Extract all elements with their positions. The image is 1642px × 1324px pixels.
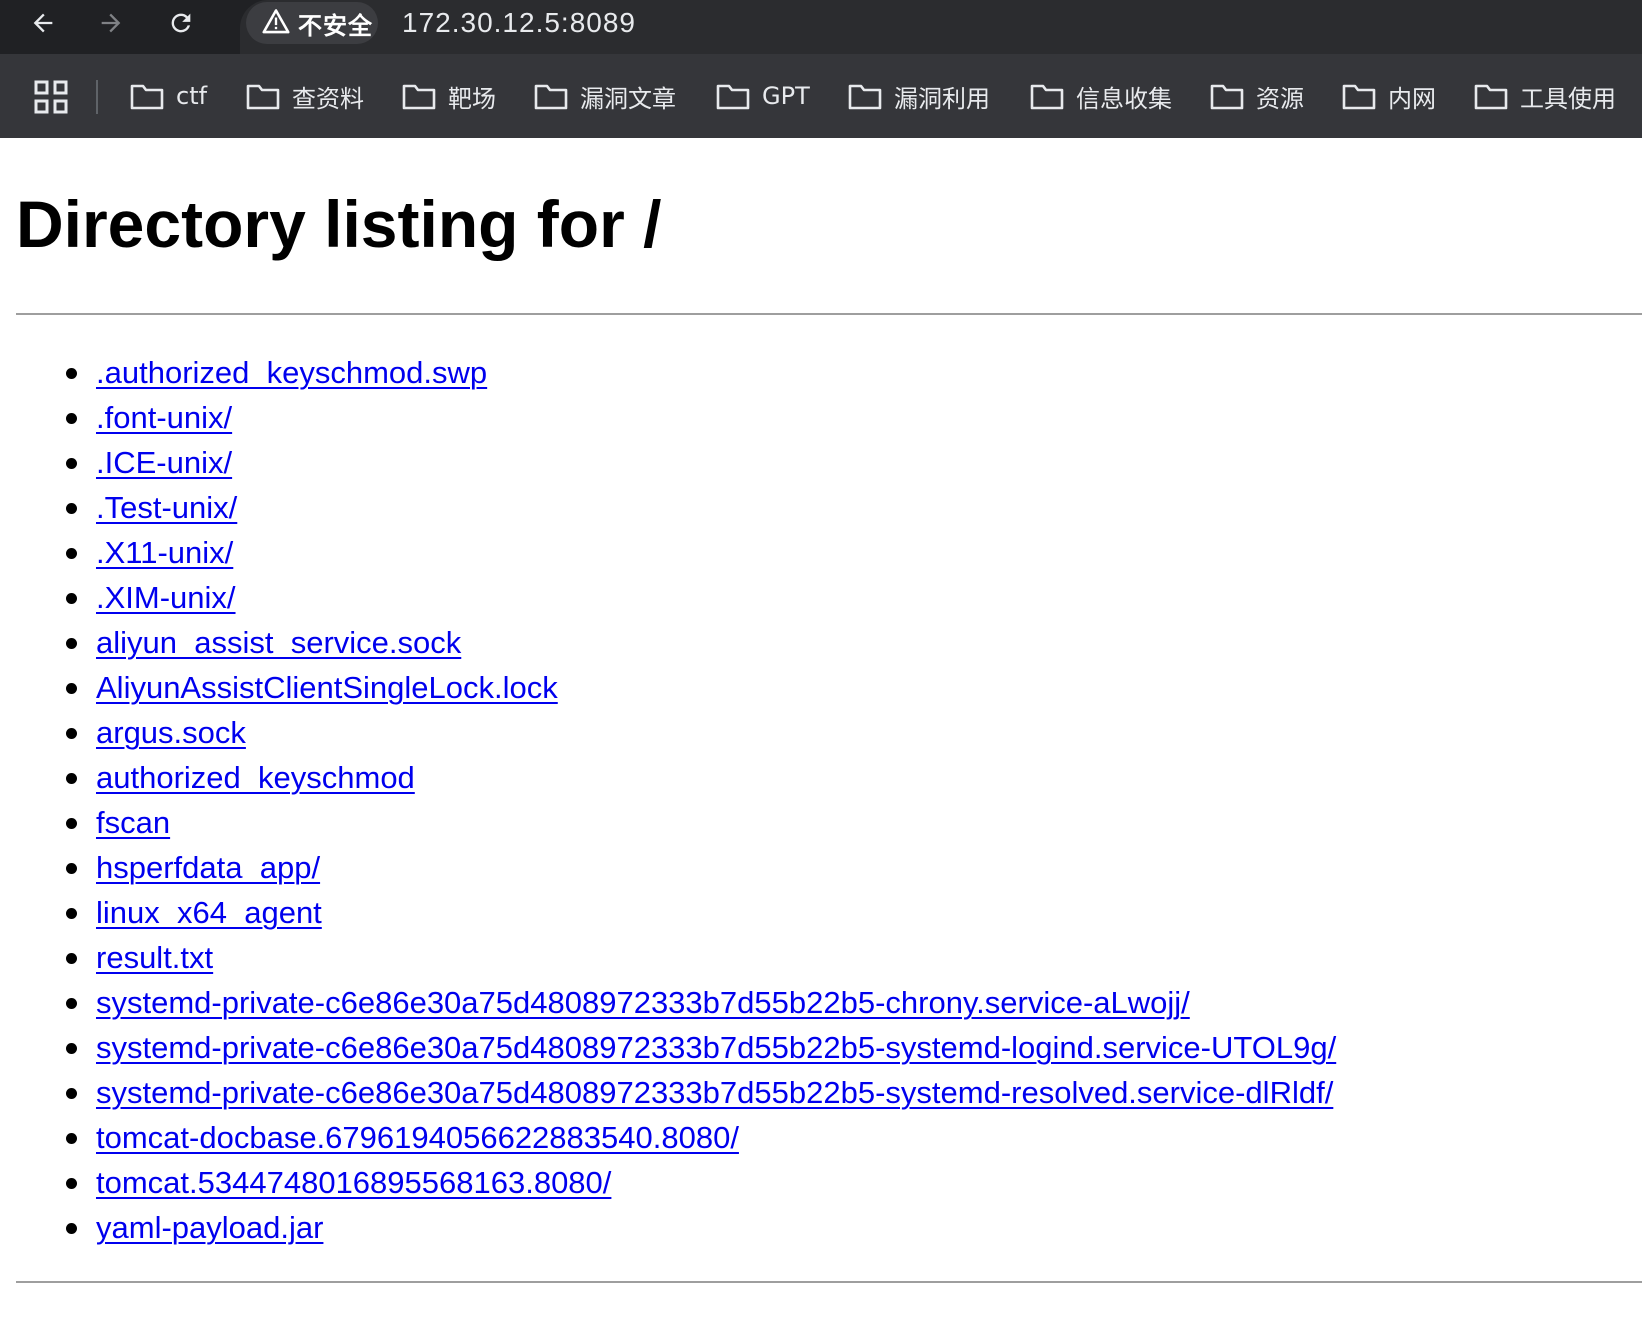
- bullet-icon: [66, 728, 77, 739]
- bookmark-item[interactable]: 查资料: [246, 74, 364, 118]
- bookmark-item[interactable]: GPT: [716, 74, 810, 118]
- page-title: Directory listing for /: [16, 187, 662, 261]
- file-link[interactable]: authorized_keyschmod: [96, 755, 415, 800]
- bookmark-label: GPT: [762, 82, 810, 110]
- folder-icon: [1030, 82, 1064, 110]
- file-link[interactable]: yaml-payload.jar: [96, 1205, 323, 1250]
- bookmark-item[interactable]: ctf: [130, 74, 207, 118]
- bullet-icon: [66, 1133, 77, 1144]
- folder-icon: [1342, 82, 1376, 110]
- file-link[interactable]: .Test-unix/: [96, 485, 237, 530]
- bullet-icon: [66, 1043, 77, 1054]
- bookmark-item[interactable]: 内网: [1342, 74, 1436, 118]
- folder-icon: [716, 82, 750, 110]
- bookmark-label: 靶场: [448, 84, 496, 113]
- apps-grid-icon[interactable]: [34, 80, 68, 114]
- bookmark-label: 漏洞利用: [894, 84, 990, 113]
- file-link[interactable]: result.txt: [96, 935, 213, 980]
- file-link[interactable]: .X11-unix/: [96, 530, 233, 575]
- file-link[interactable]: systemd-private-c6e86e30a75d4808972333b7…: [96, 1070, 1333, 1115]
- file-link[interactable]: .authorized_keyschmod.swp: [96, 350, 487, 395]
- security-label: 不安全: [298, 11, 373, 40]
- bullet-icon: [66, 548, 77, 559]
- file-link[interactable]: systemd-private-c6e86e30a75d4808972333b7…: [96, 1025, 1336, 1070]
- bullet-icon: [66, 413, 77, 424]
- bullet-icon: [66, 1178, 77, 1189]
- bookmark-item[interactable]: 信息收集: [1030, 74, 1172, 118]
- bookmark-label: 信息收集: [1076, 84, 1172, 113]
- bullet-icon: [66, 818, 77, 829]
- file-link[interactable]: .ICE-unix/: [96, 440, 232, 485]
- folder-icon: [402, 82, 436, 110]
- bullet-icon: [66, 1088, 77, 1099]
- bookmark-item[interactable]: 工具使用: [1474, 74, 1616, 118]
- bullet-icon: [66, 1223, 77, 1234]
- bookmark-label: 工具使用: [1520, 84, 1616, 113]
- file-link[interactable]: .XIM-unix/: [96, 575, 236, 620]
- browser-toolbar: 不安全 172.30.12.5:8089: [0, 0, 1642, 54]
- bookmark-item[interactable]: 资源: [1210, 74, 1304, 118]
- file-link[interactable]: systemd-private-c6e86e30a75d4808972333b7…: [96, 980, 1190, 1025]
- bookmark-item[interactable]: 漏洞利用: [848, 74, 990, 118]
- bullet-icon: [66, 638, 77, 649]
- folder-icon: [848, 82, 882, 110]
- divider-top: [16, 313, 1642, 315]
- security-indicator[interactable]: 不安全: [246, 2, 378, 44]
- bullet-icon: [66, 593, 77, 604]
- bookmark-item[interactable]: 漏洞文章: [534, 74, 676, 118]
- bookmarks-bar: ctf 查资料 靶场 漏洞文章 GPT 漏洞利用 信息收集 资源 内网 工具使用: [0, 54, 1642, 138]
- file-link[interactable]: argus.sock: [96, 710, 246, 755]
- bookmark-label: 内网: [1388, 84, 1436, 113]
- bookmark-label: 漏洞文章: [580, 84, 676, 113]
- bullet-icon: [66, 773, 77, 784]
- bullet-icon: [66, 683, 77, 694]
- folder-icon: [1210, 82, 1244, 110]
- divider-bottom: [16, 1281, 1642, 1283]
- file-link[interactable]: linux_x64_agent: [96, 890, 322, 935]
- arrow-left-icon: [29, 9, 57, 37]
- folder-icon: [246, 82, 280, 110]
- bookmark-label: 查资料: [292, 84, 364, 113]
- file-link[interactable]: tomcat.5344748016895568163.8080/: [96, 1160, 611, 1205]
- bullet-icon: [66, 863, 77, 874]
- bookmark-label: ctf: [176, 82, 208, 110]
- back-button[interactable]: [20, 0, 66, 46]
- bookmark-item[interactable]: 靶场: [402, 74, 496, 118]
- folder-icon: [534, 82, 568, 110]
- reload-button[interactable]: [158, 0, 204, 46]
- arrow-right-icon: [97, 9, 125, 37]
- folder-icon: [130, 82, 164, 110]
- folder-icon: [1474, 82, 1508, 110]
- file-link[interactable]: hsperfdata_app/: [96, 845, 320, 890]
- bullet-icon: [66, 458, 77, 469]
- bullet-icon: [66, 998, 77, 1009]
- bookmark-label: 资源: [1256, 84, 1304, 113]
- address-bar[interactable]: 不安全 172.30.12.5:8089: [240, 0, 1642, 54]
- file-link[interactable]: .font-unix/: [96, 395, 232, 440]
- file-link[interactable]: AliyunAssistClientSingleLock.lock: [96, 665, 558, 710]
- bullet-icon: [66, 368, 77, 379]
- file-link[interactable]: fscan: [96, 800, 170, 845]
- warning-icon: [262, 8, 290, 38]
- file-link[interactable]: tomcat-docbase.6796194056622883540.8080/: [96, 1115, 739, 1160]
- file-link[interactable]: aliyun_assist_service.sock: [96, 620, 461, 665]
- bullet-icon: [66, 503, 77, 514]
- bullet-icon: [66, 908, 77, 919]
- bookmarks-divider: [96, 80, 98, 114]
- reload-icon: [167, 9, 195, 37]
- forward-button[interactable]: [88, 0, 134, 46]
- url-text[interactable]: 172.30.12.5:8089: [402, 5, 636, 41]
- bullet-icon: [66, 953, 77, 964]
